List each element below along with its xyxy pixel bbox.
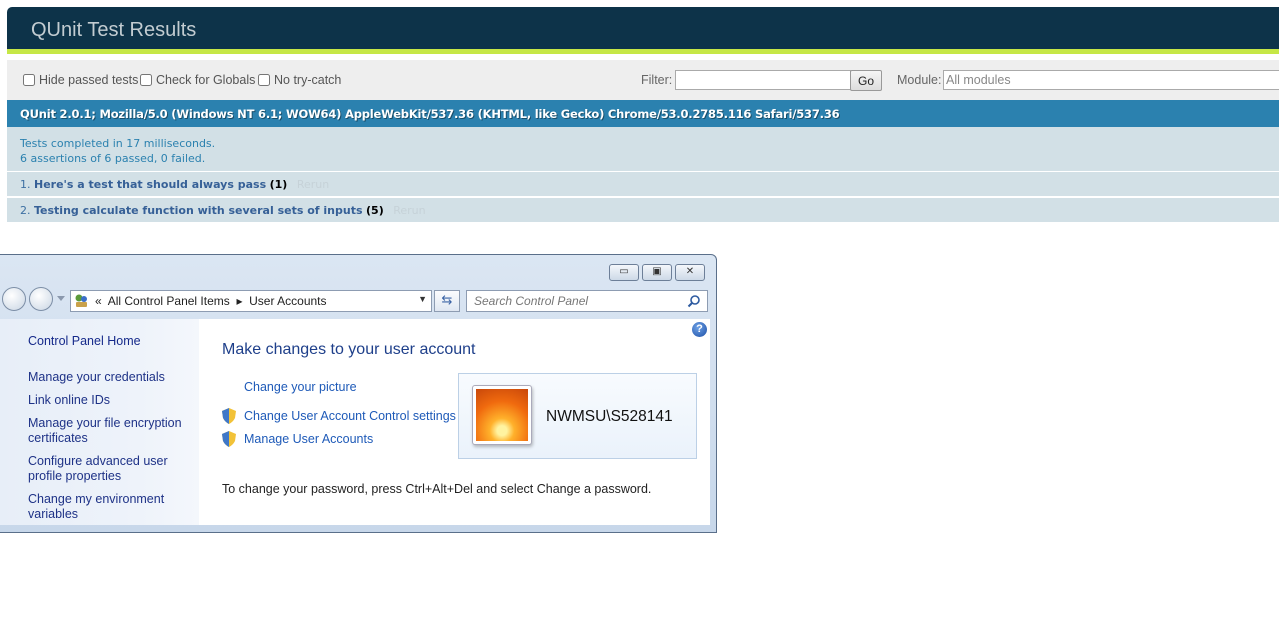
search-placeholder: Search Control Panel [474,294,589,308]
qunit-toolbar: Hide passed tests Check for Globals No t… [7,60,1279,100]
link-online-ids[interactable]: Link online IDs [28,393,193,408]
test-number: 2. [20,204,31,217]
uac-shield-icon [222,431,236,447]
breadcrumb-separator-icon[interactable]: ▸ [236,294,242,308]
filter-label: Filter: [641,73,673,87]
module-label: Module: [897,73,942,87]
check-globals-checkbox[interactable] [140,74,152,86]
assertion-count: (5) [366,204,384,217]
assertion-summary: 6 assertions of 6 passed, 0 failed. [20,152,206,165]
change-picture-link[interactable]: Change your picture [244,380,357,394]
link-advanced-profile[interactable]: Configure advanced user profile properti… [28,454,193,484]
user-agent-bar: QUnit 2.0.1; Mozilla/5.0 (Windows NT 6.1… [7,100,1279,127]
search-input[interactable]: Search Control Panel [466,290,708,312]
no-try-catch-label: No try-catch [274,73,342,87]
account-card: NWMSU\S528141 [458,373,697,459]
breadcrumb-overflow[interactable]: « [95,294,102,308]
link-file-encryption[interactable]: Manage your file encryption certificates [28,416,193,446]
maximize-button[interactable]: ▣ [642,264,672,281]
rerun-link[interactable]: Rerun [297,178,329,191]
breadcrumb-user-accounts[interactable]: User Accounts [249,294,326,308]
breadcrumb: « All Control Panel Items ▸ User Account… [95,294,327,308]
forward-button[interactable] [29,287,53,311]
navigation-buttons [2,287,65,313]
refresh-button[interactable]: ⇆ [434,290,460,312]
left-navigation-pane: Control Panel Home Manage your credentia… [0,319,199,525]
assertion-count: (1) [269,178,288,191]
test-item[interactable]: 1. Here's a test that should always pass… [7,171,1279,196]
minimize-icon: ▭ [619,266,629,277]
no-try-catch-option[interactable]: No try-catch [258,73,341,87]
rerun-link[interactable]: Rerun [393,204,425,217]
flower-picture-icon [476,389,528,441]
check-globals-label: Check for Globals [156,73,256,87]
test-name[interactable]: Testing calculate function with several … [34,204,363,217]
module-select[interactable]: All modules [943,70,1279,90]
go-button[interactable]: Go [850,70,882,91]
manage-accounts-link[interactable]: Manage User Accounts [244,432,373,446]
link-manage-credentials[interactable]: Manage your credentials [28,370,193,385]
address-bar[interactable]: « All Control Panel Items ▸ User Account… [70,290,432,312]
qunit-header: QUnit Test Results [7,7,1279,54]
test-number: 1. [20,178,31,191]
password-instructions: To change your password, press Ctrl+Alt+… [222,482,652,496]
search-icon[interactable] [687,294,701,308]
page-title[interactable]: QUnit Test Results [31,19,196,42]
breadcrumb-all-items[interactable]: All Control Panel Items [108,294,230,308]
hide-passed-option[interactable]: Hide passed tests [23,73,138,87]
no-try-catch-checkbox[interactable] [258,74,270,86]
check-globals-option[interactable]: Check for Globals [140,73,255,87]
section-title: Make changes to your user account [222,341,476,358]
refresh-icon: ⇆ [441,293,453,308]
close-button[interactable]: ✕ [675,264,705,281]
hide-passed-checkbox[interactable] [23,74,35,86]
main-content-pane: ? Make changes to your user account Chan… [199,319,710,525]
uac-shield-icon [222,408,236,424]
test-result-summary: Tests completed in 17 milliseconds. 6 as… [7,127,1279,171]
link-control-panel-home[interactable]: Control Panel Home [28,334,193,349]
account-name: NWMSU\S528141 [546,408,673,425]
test-duration: Tests completed in 17 milliseconds. [20,137,216,150]
test-name[interactable]: Here's a test that should always pass [34,178,266,191]
minimize-button[interactable]: ▭ [609,264,639,281]
maximize-icon: ▣ [652,266,662,277]
address-dropdown-icon[interactable]: ▼ [418,294,427,304]
back-button[interactable] [2,287,26,311]
close-icon: ✕ [685,266,695,277]
hide-passed-label: Hide passed tests [39,73,139,87]
recent-pages-icon[interactable] [57,296,65,302]
test-item[interactable]: 2. Testing calculate function with sever… [7,197,1279,222]
control-panel-icon [75,294,87,307]
uac-settings-link[interactable]: Change User Account Control settings [244,409,456,423]
link-environment-variables[interactable]: Change my environment variables [28,492,193,522]
help-icon[interactable]: ? [692,322,707,337]
control-panel-window: ▭ ▣ ✕ « All Control Panel Items ▸ User A… [0,254,717,533]
filter-input[interactable] [675,70,851,90]
avatar[interactable] [472,385,532,445]
